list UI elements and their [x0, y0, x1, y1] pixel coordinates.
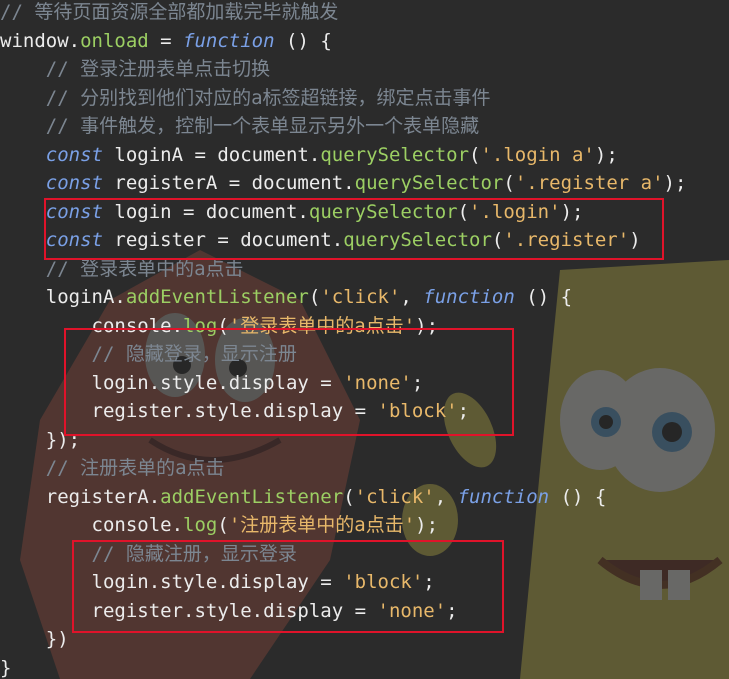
code-token-plain: (: [217, 514, 229, 536]
code-token-prop: querySelector: [354, 172, 504, 194]
code-token-plain: );: [415, 514, 439, 536]
code-token-prop: addEventListener: [125, 286, 309, 308]
code-token-plain: (: [343, 485, 355, 508]
code-line: loginA.addEventListener('click', functio…: [0, 283, 729, 312]
code-line: registerA.addEventListener('click', func…: [0, 483, 729, 512]
code-token-prop: onload: [80, 29, 149, 52]
code-token-plain: );: [663, 172, 687, 194]
code-token-str: '.register a': [514, 172, 664, 194]
code-token-plain: console.: [91, 514, 184, 536]
code-line: // 事件触发，控制一个表单显示另外一个表单隐藏: [0, 112, 729, 141]
code-token-str: 'click': [354, 485, 435, 508]
highlight-box-register-click: [72, 540, 504, 633]
code-editor[interactable]: // 等待页面资源全部都加载完毕就触发 window.onload = funct…: [0, 0, 729, 679]
code-token-str: 'click': [320, 286, 401, 308]
code-line: console.log('注册表单中的a点击');: [0, 511, 729, 540]
code-line: const registerA = document.querySelector…: [0, 169, 729, 198]
code-token-comment: // 注册表单的a点击: [45, 457, 225, 479]
code-token-prop: log: [183, 514, 218, 536]
code-token-plain: (: [503, 172, 515, 194]
code-token-plain: registerA.: [45, 485, 161, 508]
code-token-kw: function: [457, 485, 550, 508]
code-token-str: '.login a': [480, 143, 595, 166]
code-token-comment: // 分别找到他们对应的a标签超链接，绑定点击事件: [45, 86, 491, 109]
code-line: }: [0, 654, 729, 679]
code-token-plain: =: [148, 29, 184, 52]
highlight-box-login-click: [64, 328, 514, 436]
code-token-plain: }): [45, 628, 69, 650]
code-token-plain: registerA = document.: [102, 172, 355, 194]
code-token-plain: (: [469, 143, 481, 166]
code-line: window.onload = function () {: [0, 27, 729, 56]
code-line: // 登录注册表单点击切换: [0, 55, 729, 84]
code-token-prop: addEventListener: [160, 485, 344, 508]
code-line: // 分别找到他们对应的a标签超链接，绑定点击事件: [0, 84, 729, 113]
code-token-comment: // 事件触发，控制一个表单显示另外一个表单隐藏: [45, 115, 480, 137]
code-token-plain: );: [594, 143, 618, 166]
code-token-plain: ,: [400, 286, 424, 308]
code-token-kw: function: [423, 286, 515, 308]
code-token-comment: // 等待页面资源全部都加载完毕就触发: [0, 1, 339, 23]
code-token-plain: }: [0, 656, 12, 679]
code-line: // 注册表单的a点击: [0, 454, 729, 483]
code-token-plain: () {: [549, 485, 607, 508]
code-token-plain: window.: [0, 29, 81, 52]
code-token-plain: loginA.: [45, 286, 126, 308]
code-token-plain: () {: [274, 29, 332, 52]
code-token-comment: // 登录注册表单点击切换: [45, 58, 271, 80]
code-token-comment: // 登录表单中的a点击: [45, 257, 244, 280]
code-token-plain: loginA = document.: [102, 143, 321, 166]
code-token-prop: querySelector: [320, 143, 470, 166]
code-line: // 等待页面资源全部都加载完毕就触发: [0, 0, 729, 27]
code-line: const loginA = document.querySelector('.…: [0, 141, 729, 170]
code-token-str: '注册表单中的a点击': [228, 514, 416, 536]
code-token-kw: function: [183, 29, 275, 52]
code-token-kw: const: [45, 143, 103, 166]
code-token-plain: ,: [434, 485, 458, 508]
highlight-box-selectors: [44, 198, 664, 260]
code-token-plain: (: [308, 286, 321, 308]
code-token-kw: const: [45, 172, 103, 194]
code-token-plain: () {: [514, 286, 573, 308]
